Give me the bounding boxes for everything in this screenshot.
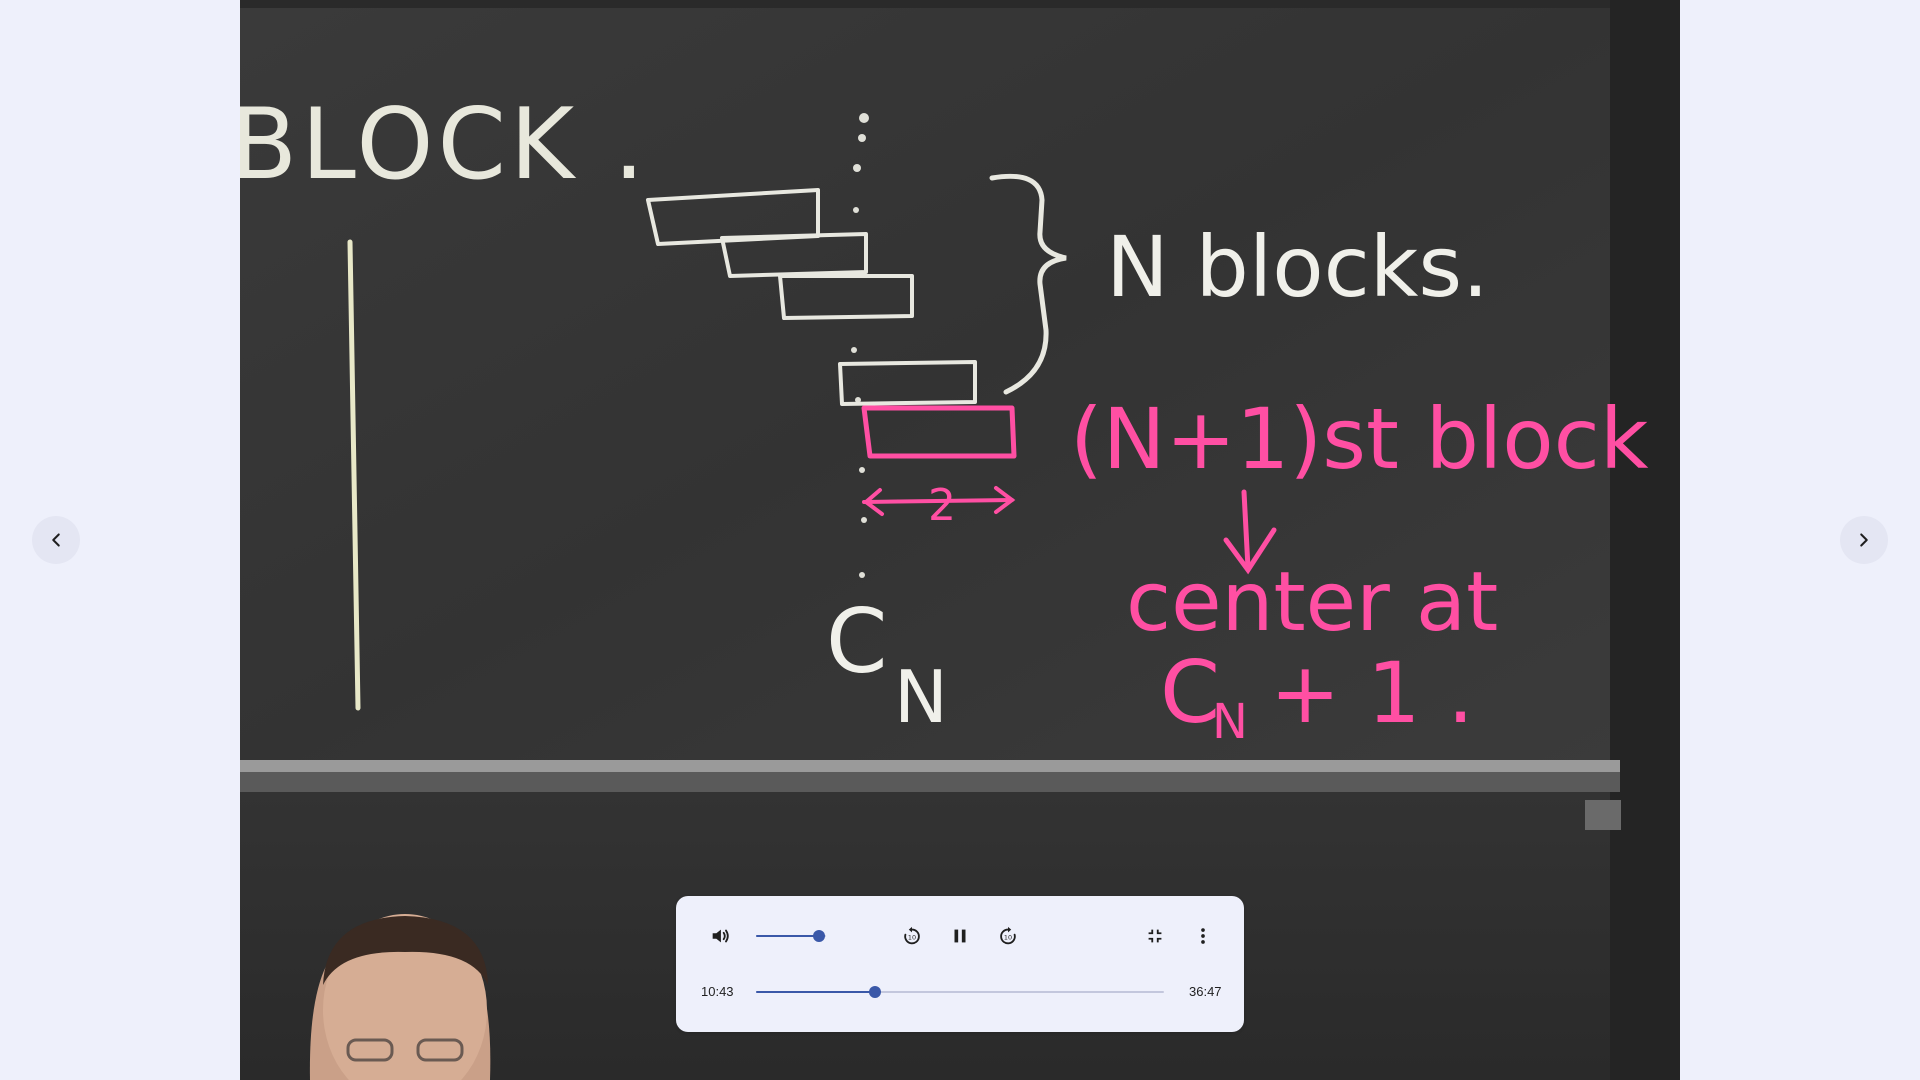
board-center-at: center at (1126, 555, 1498, 650)
svg-text:10: 10 (1004, 934, 1012, 942)
board-arrow-label: 2 (928, 480, 956, 531)
chalk-tray (240, 760, 1620, 772)
board-n-blocks: N blocks. (1106, 218, 1489, 316)
volume-slider[interactable] (756, 926, 826, 946)
board-title: BLOCK . (240, 88, 648, 202)
player-controls: 10 10 10:43 36:47 (676, 896, 1244, 1032)
pause-button[interactable] (942, 918, 978, 954)
board-cn-sub: N (894, 655, 948, 739)
board-cn-plus-one-sub: N (1212, 694, 1248, 750)
board-n-plus-one: (N+1)st block (1070, 390, 1649, 488)
volume-fill (756, 935, 819, 937)
next-button[interactable] (1840, 516, 1888, 564)
chevron-left-icon (52, 533, 60, 547)
forward-10-button[interactable]: 10 (990, 918, 1026, 954)
total-time: 36:47 (1189, 984, 1222, 999)
replay-10-icon: 10 (904, 926, 920, 945)
seek-fill (756, 991, 875, 993)
more-options-button[interactable] (1185, 918, 1221, 954)
pause-icon (954, 929, 966, 943)
forward-10-icon: 10 (1000, 926, 1016, 945)
seek-thumb[interactable] (868, 986, 881, 998)
volume-up-icon (712, 929, 729, 943)
board-cn: C (826, 590, 887, 693)
exit-fullscreen-button[interactable] (1137, 918, 1173, 954)
chevron-right-icon (1860, 533, 1868, 547)
svg-text:10: 10 (908, 934, 916, 942)
more-vert-icon (1201, 928, 1205, 944)
fullscreen-exit-icon (1148, 929, 1162, 943)
volume-button[interactable] (702, 918, 738, 954)
volume-thumb[interactable] (813, 930, 825, 942)
media-viewer: BLOCK . N blocks. 2 (N+1)st block center… (0, 0, 1920, 1080)
replay-10-button[interactable]: 10 (894, 918, 930, 954)
previous-button[interactable] (32, 516, 80, 564)
current-time: 10:43 (701, 984, 734, 999)
seek-slider[interactable] (756, 982, 1164, 1002)
board-cn-plus-one-rest: + 1 . (1270, 644, 1474, 742)
